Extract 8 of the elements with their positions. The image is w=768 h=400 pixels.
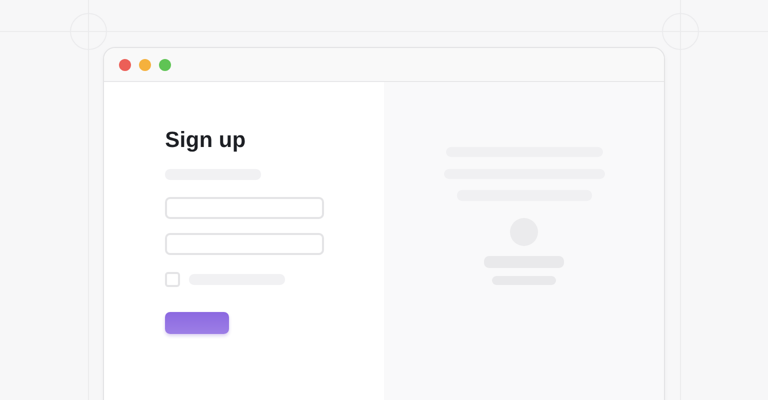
input-field[interactable] [165,197,324,219]
submit-button[interactable] [165,312,229,334]
window-control-dot[interactable] [159,58,171,70]
form-title: Sign up [165,127,246,153]
input-field[interactable] [165,233,324,255]
window-control-dot[interactable] [119,58,131,70]
window-control-dot[interactable] [139,58,151,70]
checkbox[interactable] [165,272,180,287]
